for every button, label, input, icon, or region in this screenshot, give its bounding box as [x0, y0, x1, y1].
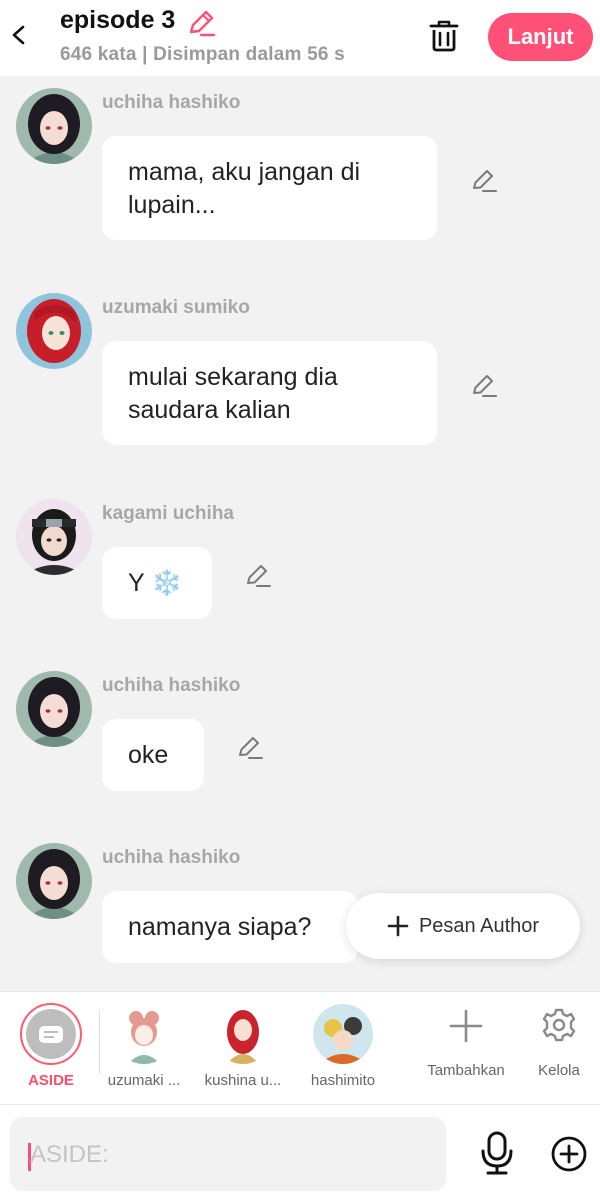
sender-name: uchiha hashiko — [102, 847, 241, 868]
message-text: oke — [128, 741, 169, 769]
back-arrow-icon[interactable] — [6, 20, 30, 50]
character-label: uzumaki ... — [107, 1072, 181, 1089]
red-haired-girl-avatar[interactable] — [16, 293, 92, 369]
edit-message-icon[interactable] — [470, 166, 498, 194]
character-label: ASIDE — [28, 1072, 74, 1089]
sender-name: uchiha hashiko — [102, 92, 241, 113]
edit-message-icon[interactable] — [244, 561, 272, 589]
message-text: namanya siapa? — [128, 913, 312, 941]
headband-boy-avatar[interactable] — [16, 499, 92, 575]
page-title: episode 3 — [60, 6, 176, 34]
microphone-icon[interactable] — [478, 1130, 516, 1176]
message-text: mulai sekarang dia saudara kalian — [128, 363, 338, 424]
aside-avatar — [20, 1003, 82, 1065]
edit-title-icon[interactable] — [186, 8, 216, 38]
divider — [99, 1010, 100, 1074]
sender-name: uzumaki sumiko — [102, 297, 250, 318]
plus-icon — [387, 915, 409, 937]
red-haired-woman-avatar — [213, 1004, 273, 1064]
character-label: Kelola — [538, 1062, 580, 1079]
trash-icon[interactable] — [426, 18, 462, 54]
gear-icon — [542, 1008, 576, 1042]
input-placeholder: ASIDE: — [30, 1141, 109, 1168]
character-selector: ASIDE uzumaki ... kushina u... hashimito… — [0, 991, 600, 1104]
sender-name: uchiha hashiko — [102, 675, 241, 696]
message-text: mama, aku jangan di lupain... — [128, 158, 361, 219]
dark-haired-girl-avatar[interactable] — [16, 88, 92, 164]
message-bubble[interactable]: mulai sekarang dia saudara kalian — [102, 341, 437, 445]
message-bubble[interactable]: namanya siapa? — [102, 891, 358, 963]
word-count-save-status: 646 kata | Disimpan dalam 56 s — [60, 44, 345, 65]
sender-name: kagami uchiha — [102, 503, 234, 524]
edit-message-icon[interactable] — [470, 371, 498, 399]
message-bubble[interactable]: Y ❄️ — [102, 547, 212, 619]
dark-haired-girl-avatar[interactable] — [16, 843, 92, 919]
plus-icon — [449, 1009, 483, 1043]
chat-area[interactable]: uchiha hashiko mama, aku jangan di lupai… — [0, 76, 600, 990]
character-label: hashimito — [310, 1072, 376, 1089]
pesan-author-label: Pesan Author — [418, 914, 540, 937]
message-input[interactable]: ASIDE: — [10, 1117, 446, 1191]
character-label: Tambahkan — [427, 1062, 505, 1079]
message-bubble[interactable]: mama, aku jangan di lupain... — [102, 136, 437, 240]
next-button[interactable]: Lanjut — [488, 13, 593, 61]
group-avatar — [313, 1004, 373, 1064]
pesan-author-button[interactable]: Pesan Author — [346, 893, 580, 959]
message-text: Y ❄️ — [128, 569, 183, 597]
edit-message-icon[interactable] — [236, 733, 264, 761]
add-attachment-icon[interactable] — [550, 1135, 588, 1173]
message-input-bar: ASIDE: — [0, 1104, 600, 1201]
character-label: kushina u... — [204, 1072, 282, 1089]
dark-haired-girl-avatar[interactable] — [16, 671, 92, 747]
message-bubble[interactable]: oke — [102, 719, 204, 791]
pink-bun-girl-avatar — [114, 1004, 174, 1064]
app-header: episode 3 646 kata | Disimpan dalam 56 s… — [0, 0, 600, 76]
